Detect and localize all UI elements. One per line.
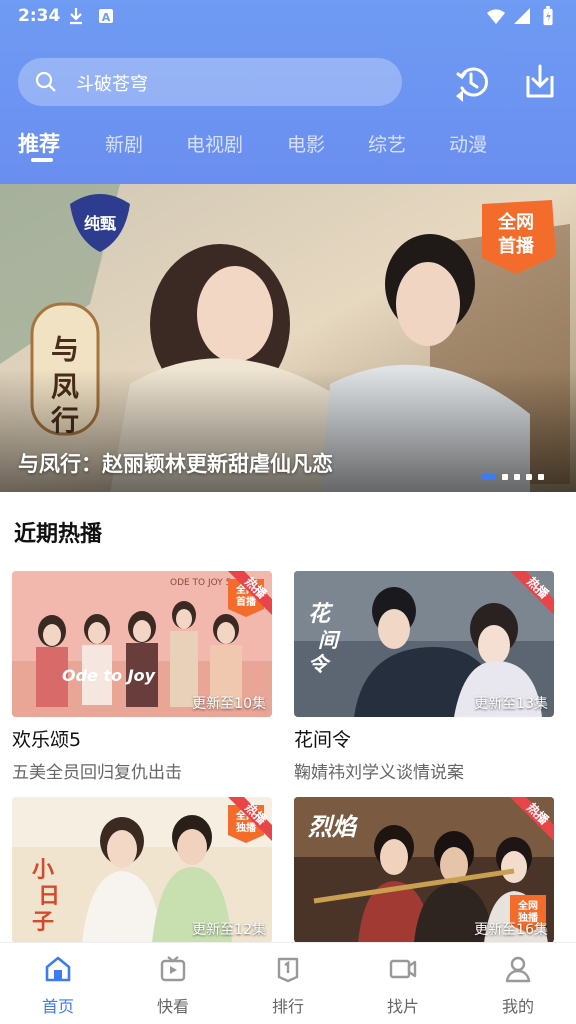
pagination-dot bbox=[526, 474, 532, 480]
download-icon[interactable] bbox=[520, 62, 560, 102]
tab-movies[interactable]: 电影 bbox=[287, 130, 325, 157]
status-notification-icons: A bbox=[66, 6, 116, 26]
svg-text:令: 令 bbox=[308, 652, 331, 676]
show-card[interactable]: 烈焰 全网 独播 热播 更新至16集 bbox=[294, 797, 554, 943]
show-card[interactable]: 小 日 子 全网 独播 热播 更新至12集 bbox=[12, 797, 272, 943]
nav-quick-watch[interactable]: 快看 bbox=[133, 955, 213, 1017]
show-card[interactable]: Ode to Joy ODE TO JOY 5 全网 首播 热播 更新至10集 … bbox=[12, 571, 272, 783]
show-thumbnail: 烈焰 全网 独播 热播 更新至16集 bbox=[294, 797, 554, 943]
camera-icon bbox=[389, 959, 417, 979]
nav-home[interactable]: 首页 bbox=[18, 955, 98, 1017]
hot-badge-icon bbox=[228, 797, 272, 841]
svg-text:间: 间 bbox=[318, 628, 341, 652]
status-time: 2:34 bbox=[18, 6, 61, 26]
category-tabs: 推荐 新剧 电视剧 电影 综艺 动漫 bbox=[0, 124, 576, 168]
pagination-dot bbox=[514, 474, 520, 480]
tab-new-drama[interactable]: 新剧 bbox=[105, 130, 143, 157]
nav-profile[interactable]: 我的 bbox=[478, 955, 558, 1017]
episode-count: 更新至16集 bbox=[474, 922, 548, 938]
tab-anime[interactable]: 动漫 bbox=[449, 130, 487, 157]
pagination-dot-active bbox=[482, 474, 496, 480]
wifi-icon bbox=[487, 9, 505, 24]
nav-label: 快看 bbox=[156, 997, 189, 1016]
status-system-icons bbox=[486, 6, 558, 26]
nav-label: 我的 bbox=[501, 997, 534, 1016]
header: 2:34 A 斗破苍穹 推荐 新剧 电视剧 电影 综艺 动漫 bbox=[0, 0, 576, 184]
pagination-dot bbox=[502, 474, 508, 480]
show-title: 欢乐颂5 bbox=[12, 729, 82, 751]
download-notification-icon bbox=[70, 8, 82, 25]
hot-badge-icon bbox=[228, 571, 272, 615]
nav-label: 排行 bbox=[271, 997, 304, 1016]
nav-label: 首页 bbox=[41, 997, 74, 1016]
svg-text:日: 日 bbox=[38, 884, 60, 909]
svg-text:小: 小 bbox=[32, 858, 54, 883]
nav-label: 找片 bbox=[386, 997, 419, 1016]
status-bar: 2:34 A bbox=[0, 0, 576, 36]
section-title: 近期热播 bbox=[14, 522, 103, 547]
show-thumbnail: Ode to Joy ODE TO JOY 5 全网 首播 热播 更新至10集 bbox=[12, 571, 272, 717]
banner-caption: 与凤行：赵丽颖林更新甜虐仙凡恋 bbox=[18, 452, 333, 476]
banner-pagination bbox=[482, 474, 544, 480]
home-icon bbox=[45, 956, 71, 982]
episode-count: 更新至10集 bbox=[192, 696, 266, 712]
search-icon bbox=[35, 71, 56, 92]
show-title: 花间令 bbox=[294, 729, 352, 751]
svg-text:Ode to Joy: Ode to Joy bbox=[62, 666, 156, 685]
hero-banner[interactable]: 与 凤 行 纯甄 全网 首播 与凤行：赵丽颖林更新甜虐仙凡恋 bbox=[0, 184, 576, 492]
active-tab-indicator bbox=[31, 158, 53, 162]
pagination-dot bbox=[538, 474, 544, 480]
show-subtitle: 鞠婧祎刘学义谈情说案 bbox=[294, 763, 464, 783]
show-subtitle: 五美全员回归复仇出击 bbox=[12, 763, 182, 783]
rank-icon bbox=[277, 957, 299, 983]
play-video-icon bbox=[160, 956, 186, 982]
show-thumbnail: 花 间 令 热播 更新至13集 bbox=[294, 571, 554, 717]
bottom-navigation: 首页 快看 排行 找片 我的 bbox=[0, 942, 576, 1024]
episode-count: 更新至13集 bbox=[474, 696, 548, 712]
profile-icon bbox=[505, 956, 531, 983]
tab-tv-series[interactable]: 电视剧 bbox=[186, 130, 243, 157]
svg-text:子: 子 bbox=[32, 910, 54, 935]
signal-icon bbox=[514, 8, 530, 24]
history-icon[interactable] bbox=[452, 62, 492, 102]
svg-text:烈焰: 烈焰 bbox=[307, 813, 359, 841]
episode-count: 更新至12集 bbox=[192, 922, 266, 938]
nav-ranking[interactable]: 排行 bbox=[248, 955, 328, 1017]
app-notification-icon: A bbox=[99, 9, 113, 24]
search-bar[interactable]: 斗破苍穹 bbox=[18, 58, 402, 106]
nav-find-movies[interactable]: 找片 bbox=[363, 955, 443, 1017]
show-thumbnail: 小 日 子 全网 独播 热播 更新至12集 bbox=[12, 797, 272, 943]
banner-poster-image: 与 凤 行 纯甄 全网 首播 bbox=[0, 184, 576, 492]
hot-badge-icon bbox=[510, 571, 554, 615]
tab-recommend[interactable]: 推荐 bbox=[18, 128, 60, 158]
battery-icon bbox=[543, 6, 553, 26]
hot-badge-icon bbox=[510, 797, 554, 841]
svg-text:A: A bbox=[102, 11, 111, 24]
show-card[interactable]: 花 间 令 热播 更新至13集 花间令 鞠婧祎刘学义谈情说案 bbox=[294, 571, 554, 783]
search-input[interactable]: 斗破苍穹 bbox=[76, 70, 148, 96]
tab-variety[interactable]: 综艺 bbox=[368, 130, 406, 157]
svg-text:全网: 全网 bbox=[517, 899, 538, 912]
